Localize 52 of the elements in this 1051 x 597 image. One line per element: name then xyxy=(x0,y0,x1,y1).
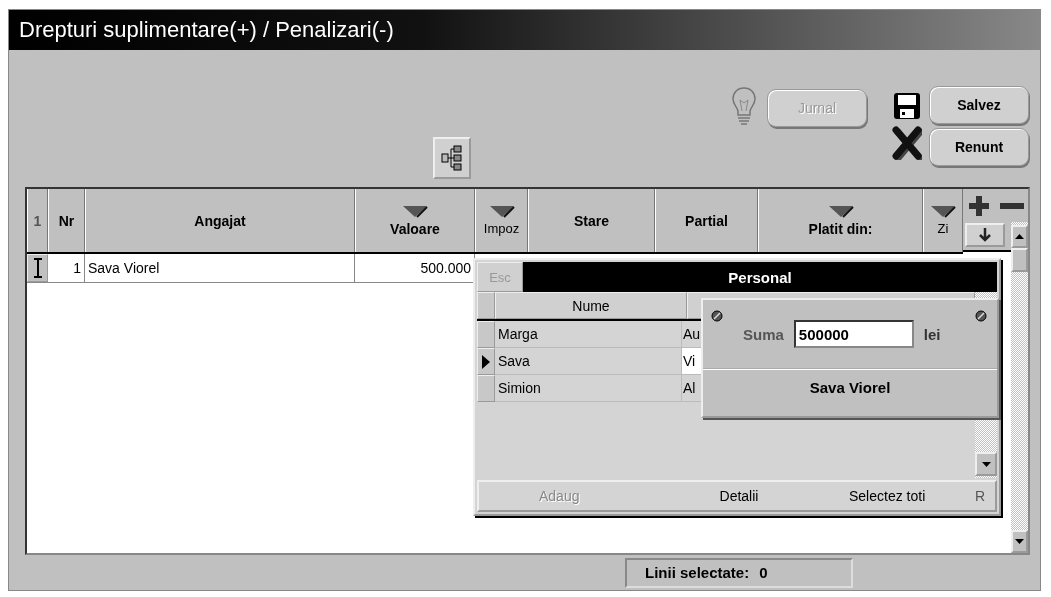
footer-link[interactable]: Selectez toti xyxy=(849,488,926,504)
footer-link[interactable]: R xyxy=(974,488,985,504)
footer-link[interactable]: Detalii xyxy=(689,488,789,504)
slashed-circle-icon xyxy=(975,310,987,322)
employee-name: Sava Viorel xyxy=(808,377,892,398)
cross-icon xyxy=(892,126,922,160)
scroll-down-button[interactable] xyxy=(1011,530,1028,553)
amount-field[interactable]: 500000 xyxy=(793,320,914,348)
sort-triangle-icon xyxy=(929,205,957,219)
plus-icon[interactable] xyxy=(967,194,990,217)
table-cell: Sava Viorel xyxy=(85,254,355,282)
scrollbar[interactable] xyxy=(1011,222,1028,553)
row-pointer-icon xyxy=(482,354,490,369)
row-header-cell[interactable] xyxy=(477,321,495,348)
column-header[interactable]: Stare xyxy=(528,189,655,252)
up-arrow-icon xyxy=(1015,234,1024,239)
column-header[interactable]: Nr xyxy=(48,189,85,252)
down-arrow-icon xyxy=(1015,539,1024,544)
scroll-down-button[interactable] xyxy=(975,452,997,476)
table-cell: 1 xyxy=(48,254,85,282)
popup-title: Personal xyxy=(523,262,997,292)
save-button[interactable]: Salvez xyxy=(929,86,1029,124)
column-header[interactable]: Nume xyxy=(495,292,687,319)
column-header[interactable]: Angajat xyxy=(85,189,355,252)
row-header-cell[interactable] xyxy=(477,375,495,402)
light-bulb-icon xyxy=(731,86,757,126)
scroll-up-button[interactable] xyxy=(1011,225,1028,248)
move-down-button[interactable] xyxy=(965,223,1005,247)
row-count-cell: 1 xyxy=(27,189,48,252)
text-cursor-icon xyxy=(32,258,43,278)
down-arrow-icon xyxy=(981,461,991,467)
cancel-button[interactable]: Renunt xyxy=(929,128,1029,166)
currency-label: lei xyxy=(923,325,941,343)
scrollbar-thumb[interactable] xyxy=(1011,248,1028,272)
tree-view-button[interactable] xyxy=(433,137,471,179)
minus-icon[interactable] xyxy=(999,201,1024,210)
column-header[interactable]: Partial xyxy=(655,189,758,252)
column-header[interactable]: Impoz xyxy=(475,189,528,252)
amount-label: Suma xyxy=(743,325,784,343)
column-header[interactable]: Platit din: xyxy=(758,189,923,252)
sort-triangle-icon xyxy=(401,204,429,219)
down-arrow-icon xyxy=(979,228,991,242)
table-cell: Simion xyxy=(495,375,682,402)
column-header[interactable]: Valoare xyxy=(355,189,475,252)
slashed-circle-icon xyxy=(711,310,723,322)
row-header-cell xyxy=(477,292,495,319)
tree-icon xyxy=(441,145,463,171)
window-title: Drepturi suplimentare(+) / Penalizari(-) xyxy=(19,17,394,43)
status-label: Linii selectate: xyxy=(645,564,750,581)
selected-count: 0 xyxy=(759,564,768,581)
table-cell: Marga xyxy=(495,321,682,348)
row-header-cell[interactable] xyxy=(477,348,495,375)
